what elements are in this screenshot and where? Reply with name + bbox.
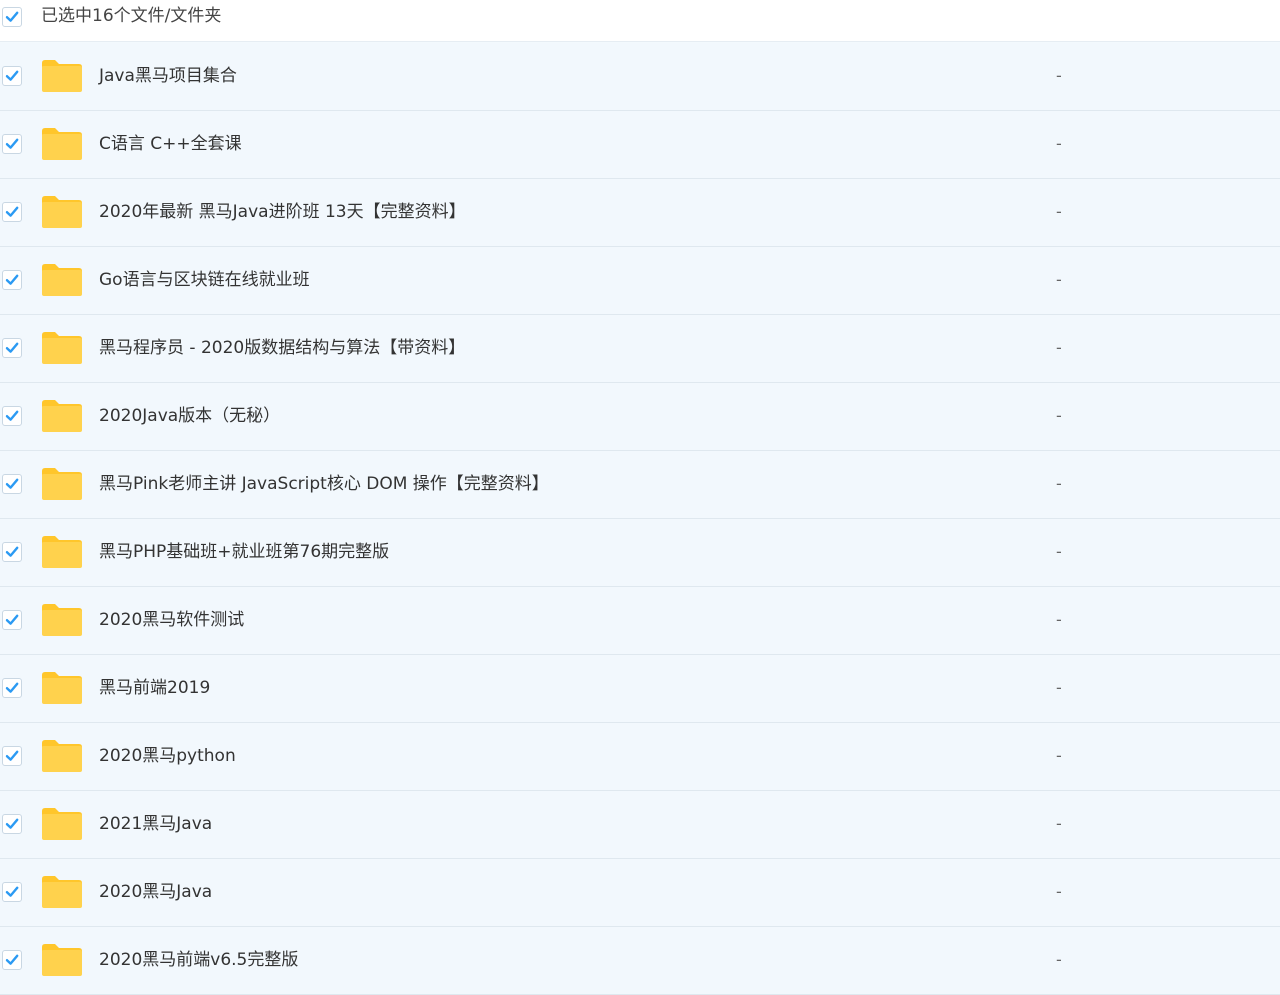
row-checkbox[interactable] bbox=[2, 134, 22, 154]
checkbox-checked-icon bbox=[5, 954, 19, 965]
folder-icon bbox=[42, 808, 82, 840]
file-row[interactable]: 黑马Pink老师主讲 JavaScript核心 DOM 操作【完整资料】 - bbox=[0, 451, 1280, 519]
folder-icon bbox=[42, 672, 82, 704]
checkbox-checked-icon bbox=[5, 546, 19, 557]
file-row[interactable]: 2020黑马软件测试 - bbox=[0, 587, 1280, 655]
file-size: - bbox=[1056, 882, 1062, 901]
file-row[interactable]: 黑马PHP基础班+就业班第76期完整版 - bbox=[0, 519, 1280, 587]
file-name[interactable]: 2020黑马前端v6.5完整版 bbox=[99, 950, 298, 970]
file-row[interactable]: Go语言与区块链在线就业班 - bbox=[0, 247, 1280, 315]
selection-count-label: 已选中16个文件/文件夹 bbox=[41, 6, 222, 26]
file-row[interactable]: 黑马程序员 - 2020版数据结构与算法【带资料】 - bbox=[0, 315, 1280, 383]
file-name[interactable]: 2020年最新 黑马Java进阶班 13天【完整资料】 bbox=[99, 202, 466, 222]
file-name[interactable]: 2020黑马软件测试 bbox=[99, 610, 244, 630]
checkbox-checked-icon bbox=[5, 206, 19, 217]
file-name[interactable]: C语言 C++全套课 bbox=[99, 134, 242, 154]
row-checkbox[interactable] bbox=[2, 406, 22, 426]
file-name[interactable]: 2021黑马Java bbox=[99, 814, 212, 834]
folder-icon bbox=[42, 264, 82, 296]
file-name[interactable]: Java黑马项目集合 bbox=[99, 66, 237, 86]
file-name[interactable]: 黑马程序员 - 2020版数据结构与算法【带资料】 bbox=[99, 338, 465, 358]
checkbox-checked-icon bbox=[5, 11, 19, 22]
row-checkbox[interactable] bbox=[2, 610, 22, 630]
select-all-checkbox[interactable] bbox=[2, 7, 22, 27]
checkbox-checked-icon bbox=[5, 478, 19, 489]
checkbox-checked-icon bbox=[5, 342, 19, 353]
row-checkbox[interactable] bbox=[2, 882, 22, 902]
row-checkbox[interactable] bbox=[2, 202, 22, 222]
file-row[interactable]: 2021黑马Java - bbox=[0, 791, 1280, 859]
checkbox-checked-icon bbox=[5, 750, 19, 761]
checkbox-checked-icon bbox=[5, 818, 19, 829]
file-name[interactable]: 2020Java版本（无秘） bbox=[99, 406, 280, 426]
folder-icon bbox=[42, 740, 82, 772]
file-size: - bbox=[1056, 814, 1062, 833]
checkbox-checked-icon bbox=[5, 614, 19, 625]
checkbox-checked-icon bbox=[5, 138, 19, 149]
folder-icon bbox=[42, 604, 82, 636]
file-row[interactable]: 2020黑马前端v6.5完整版 - bbox=[0, 927, 1280, 995]
row-checkbox[interactable] bbox=[2, 66, 22, 86]
file-size: - bbox=[1056, 746, 1062, 765]
file-name[interactable]: 黑马PHP基础班+就业班第76期完整版 bbox=[99, 542, 389, 562]
row-checkbox[interactable] bbox=[2, 338, 22, 358]
row-checkbox[interactable] bbox=[2, 474, 22, 494]
row-checkbox[interactable] bbox=[2, 678, 22, 698]
file-size: - bbox=[1056, 950, 1062, 969]
file-row[interactable]: 2020Java版本（无秘） - bbox=[0, 383, 1280, 451]
folder-icon bbox=[42, 876, 82, 908]
file-row[interactable]: 2020黑马Java - bbox=[0, 859, 1280, 927]
checkbox-checked-icon bbox=[5, 886, 19, 897]
file-size: - bbox=[1056, 474, 1062, 493]
row-checkbox[interactable] bbox=[2, 270, 22, 290]
file-name[interactable]: 2020黑马Java bbox=[99, 882, 212, 902]
file-name[interactable]: 黑马前端2019 bbox=[99, 678, 210, 698]
selection-header: 已选中16个文件/文件夹 bbox=[0, 0, 1280, 42]
row-checkbox[interactable] bbox=[2, 950, 22, 970]
file-name[interactable]: 黑马Pink老师主讲 JavaScript核心 DOM 操作【完整资料】 bbox=[99, 474, 549, 494]
file-size: - bbox=[1056, 202, 1062, 221]
folder-icon bbox=[42, 128, 82, 160]
row-checkbox[interactable] bbox=[2, 746, 22, 766]
file-size: - bbox=[1056, 678, 1062, 697]
folder-icon bbox=[42, 400, 82, 432]
checkbox-checked-icon bbox=[5, 70, 19, 81]
folder-icon bbox=[42, 332, 82, 364]
file-size: - bbox=[1056, 134, 1062, 153]
file-size: - bbox=[1056, 542, 1062, 561]
row-checkbox[interactable] bbox=[2, 814, 22, 834]
checkbox-checked-icon bbox=[5, 682, 19, 693]
checkbox-checked-icon bbox=[5, 274, 19, 285]
checkbox-checked-icon bbox=[5, 410, 19, 421]
file-size: - bbox=[1056, 66, 1062, 85]
file-row[interactable]: 2020年最新 黑马Java进阶班 13天【完整资料】 - bbox=[0, 179, 1280, 247]
file-size: - bbox=[1056, 270, 1062, 289]
folder-icon bbox=[42, 196, 82, 228]
file-size: - bbox=[1056, 406, 1062, 425]
file-row[interactable]: 2020黑马python - bbox=[0, 723, 1280, 791]
file-row[interactable]: 黑马前端2019 - bbox=[0, 655, 1280, 723]
file-name[interactable]: 2020黑马python bbox=[99, 746, 236, 766]
row-checkbox[interactable] bbox=[2, 542, 22, 562]
file-list: Java黑马项目集合 - C语言 C++全套课 - 2020年最新 黑马Java… bbox=[0, 43, 1280, 995]
file-name[interactable]: Go语言与区块链在线就业班 bbox=[99, 270, 310, 290]
file-row[interactable]: C语言 C++全套课 - bbox=[0, 111, 1280, 179]
folder-icon bbox=[42, 468, 82, 500]
file-size: - bbox=[1056, 338, 1062, 357]
folder-icon bbox=[42, 536, 82, 568]
folder-icon bbox=[42, 944, 82, 976]
file-size: - bbox=[1056, 610, 1062, 629]
file-row[interactable]: Java黑马项目集合 - bbox=[0, 43, 1280, 111]
folder-icon bbox=[42, 60, 82, 92]
